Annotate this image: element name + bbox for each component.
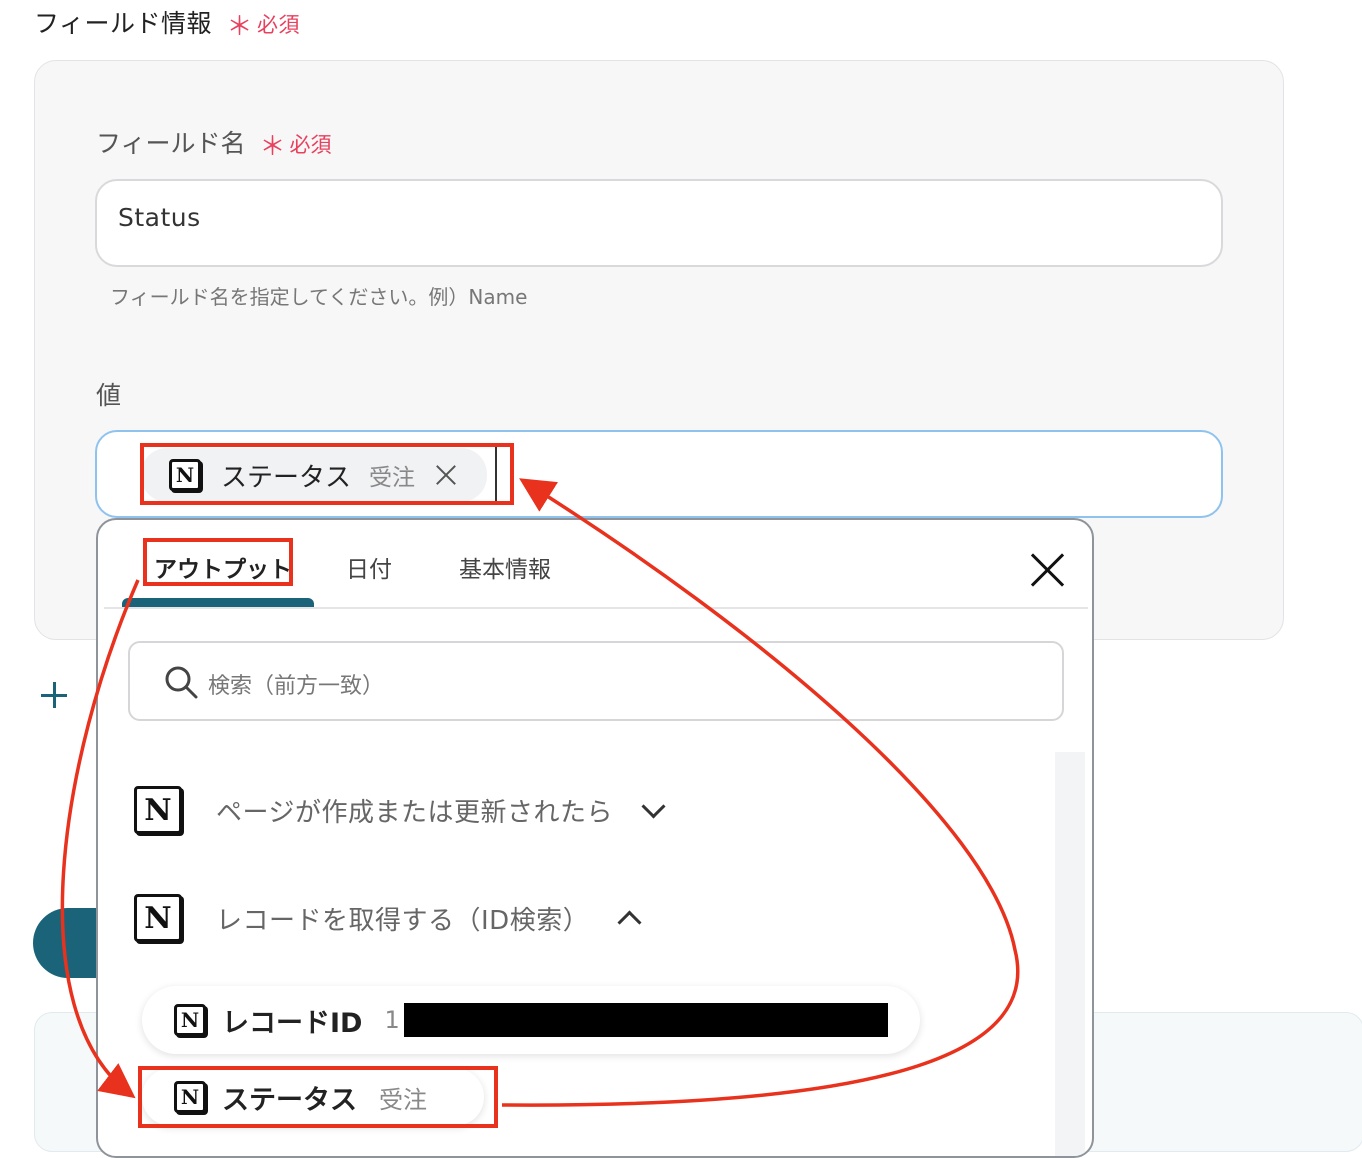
field-name-input[interactable]: Status [95, 179, 1223, 267]
annotation-box-value-chip [140, 443, 514, 505]
required-label: 必須 [256, 13, 300, 37]
close-icon[interactable] [1031, 553, 1065, 587]
notion-icon: N [134, 894, 182, 942]
group-get-record[interactable]: N レコードを取得する（ID検索） [134, 894, 642, 942]
group-label: レコードを取得する（ID検索） [216, 905, 590, 936]
field-name-required-star: ＊ [259, 132, 286, 162]
annotation-box-status-item [138, 1066, 498, 1128]
field-name-required-label: 必須 [289, 133, 332, 157]
search-input[interactable]: 検索（前方一致） [128, 641, 1064, 721]
required-indicator: ＊必須 [226, 12, 300, 42]
value-label: 値 [96, 381, 122, 410]
group-page-created-updated[interactable]: N ページが作成または更新されたら [134, 786, 666, 834]
add-field-icon[interactable] [41, 682, 67, 708]
redacted-value [403, 1003, 888, 1037]
tab-divider [104, 607, 1088, 609]
field-name-helper: フィールド名を指定してください。例）Name [110, 285, 528, 309]
chevron-down-icon [641, 793, 666, 819]
field-name-label: フィールド名 ＊必須 [96, 124, 331, 163]
notion-icon: N [174, 1004, 206, 1036]
field-name-required: ＊必須 [259, 132, 332, 162]
required-star: ＊ [226, 12, 253, 42]
scrollbar[interactable] [1055, 752, 1085, 1156]
tab-basic-info[interactable]: 基本情報 [459, 550, 551, 584]
tab-date[interactable]: 日付 [346, 550, 392, 584]
annotation-box-output-tab [143, 538, 293, 586]
search-icon [165, 666, 198, 699]
chevron-up-icon [617, 909, 642, 935]
search-placeholder: 検索（前方一致） [208, 674, 385, 699]
group-label: ページが作成または更新されたら [216, 797, 613, 828]
item-value: 1 [384, 1006, 400, 1034]
section-title: フィールド情報 ＊必須 [34, 4, 300, 43]
notion-icon: N [134, 786, 182, 834]
field-name-value: Status [118, 203, 201, 232]
item-title: レコードID [222, 1007, 363, 1039]
item-record-id[interactable]: N レコードID 1 [142, 986, 920, 1054]
section-title-text: フィールド情報 [34, 9, 213, 38]
field-name-label-text: フィールド名 [96, 129, 246, 158]
output-popup: アウトプット 日付 基本情報 検索（前方一致） N ページが作成または更新された… [96, 518, 1094, 1158]
